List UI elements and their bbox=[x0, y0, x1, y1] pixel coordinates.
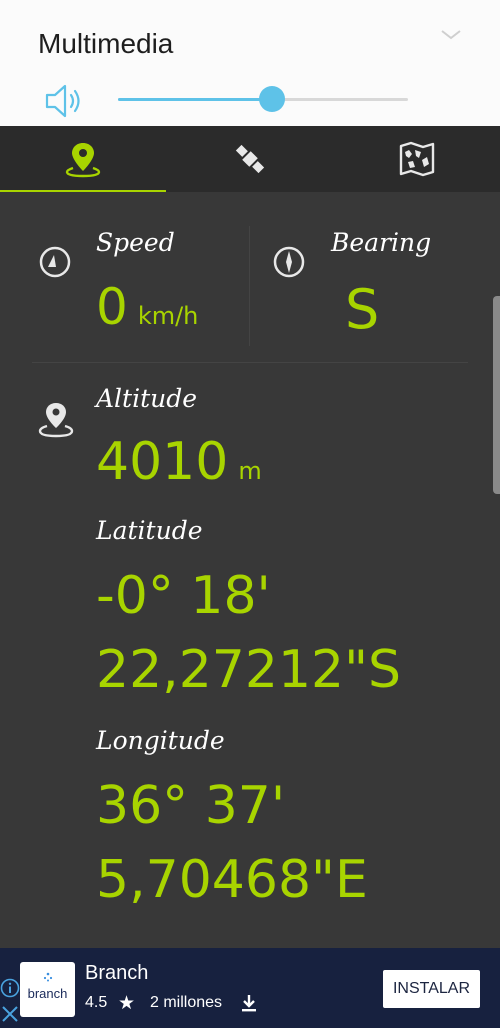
tab-satellites[interactable] bbox=[167, 126, 333, 192]
speedometer-icon bbox=[39, 246, 71, 278]
volume-panel: Multimedia bbox=[0, 0, 500, 126]
speed-value-row: 0 km/h bbox=[96, 278, 198, 336]
tab-bar bbox=[0, 126, 500, 192]
location-pin-icon bbox=[65, 143, 101, 178]
longitude-degrees-minutes: 36° 37' bbox=[96, 776, 286, 836]
branch-logo-icon bbox=[43, 972, 53, 982]
info-icon[interactable] bbox=[0, 978, 20, 998]
download-icon bbox=[242, 995, 256, 1012]
latitude-seconds: 22,27212"S bbox=[96, 640, 402, 700]
section-divider bbox=[32, 362, 468, 363]
chevron-down-icon[interactable] bbox=[440, 26, 462, 42]
star-icon: ★ bbox=[118, 992, 136, 1014]
latitude-label: Latitude bbox=[96, 516, 203, 545]
install-button[interactable]: INSTALAR bbox=[383, 970, 480, 1008]
altitude-value: 4010 bbox=[96, 432, 229, 492]
ad-app-title[interactable]: Branch bbox=[85, 962, 148, 985]
altitude-unit: m bbox=[238, 457, 262, 485]
satellite-icon bbox=[235, 144, 265, 174]
ad-rating: 4.5 bbox=[85, 994, 108, 1011]
speed-unit: km/h bbox=[137, 302, 199, 330]
ad-downloads: 2 millones bbox=[150, 994, 223, 1011]
latitude-degrees-minutes: -0° 18' bbox=[96, 566, 271, 626]
altitude-label: Altitude bbox=[96, 384, 198, 413]
volume-slider[interactable] bbox=[118, 86, 408, 112]
ad-logo-text: branch bbox=[27, 986, 68, 1001]
speed-label: Speed bbox=[96, 228, 175, 257]
map-icon bbox=[399, 141, 435, 177]
tab-map[interactable] bbox=[334, 126, 500, 192]
tab-location[interactable] bbox=[0, 126, 166, 192]
altitude-value-row: 4010 m bbox=[96, 432, 262, 492]
bearing-label: Bearing bbox=[331, 228, 432, 257]
longitude-label: Longitude bbox=[96, 726, 225, 755]
compass-icon bbox=[273, 246, 305, 278]
column-divider bbox=[249, 226, 250, 346]
longitude-seconds: 5,70468"E bbox=[96, 850, 368, 910]
volume-slider-thumb[interactable] bbox=[258, 86, 285, 112]
volume-panel-title: Multimedia bbox=[38, 28, 174, 59]
location-pin-icon bbox=[38, 403, 74, 438]
volume-slider-fill bbox=[118, 98, 272, 101]
close-icon[interactable] bbox=[0, 1004, 20, 1024]
ad-app-logo[interactable]: branch bbox=[20, 962, 75, 1017]
speed-value: 0 bbox=[96, 278, 128, 336]
speaker-icon[interactable] bbox=[44, 82, 84, 120]
scrollbar[interactable] bbox=[493, 296, 500, 494]
gps-info-panel: Speed 0 km/h Bearing S Altitude 4010 m Lat… bbox=[0, 192, 500, 948]
ad-banner[interactable]: branch Branch 4.5 ★ 2 millones INSTALAR bbox=[0, 948, 500, 1028]
bearing-value: S bbox=[345, 278, 380, 341]
